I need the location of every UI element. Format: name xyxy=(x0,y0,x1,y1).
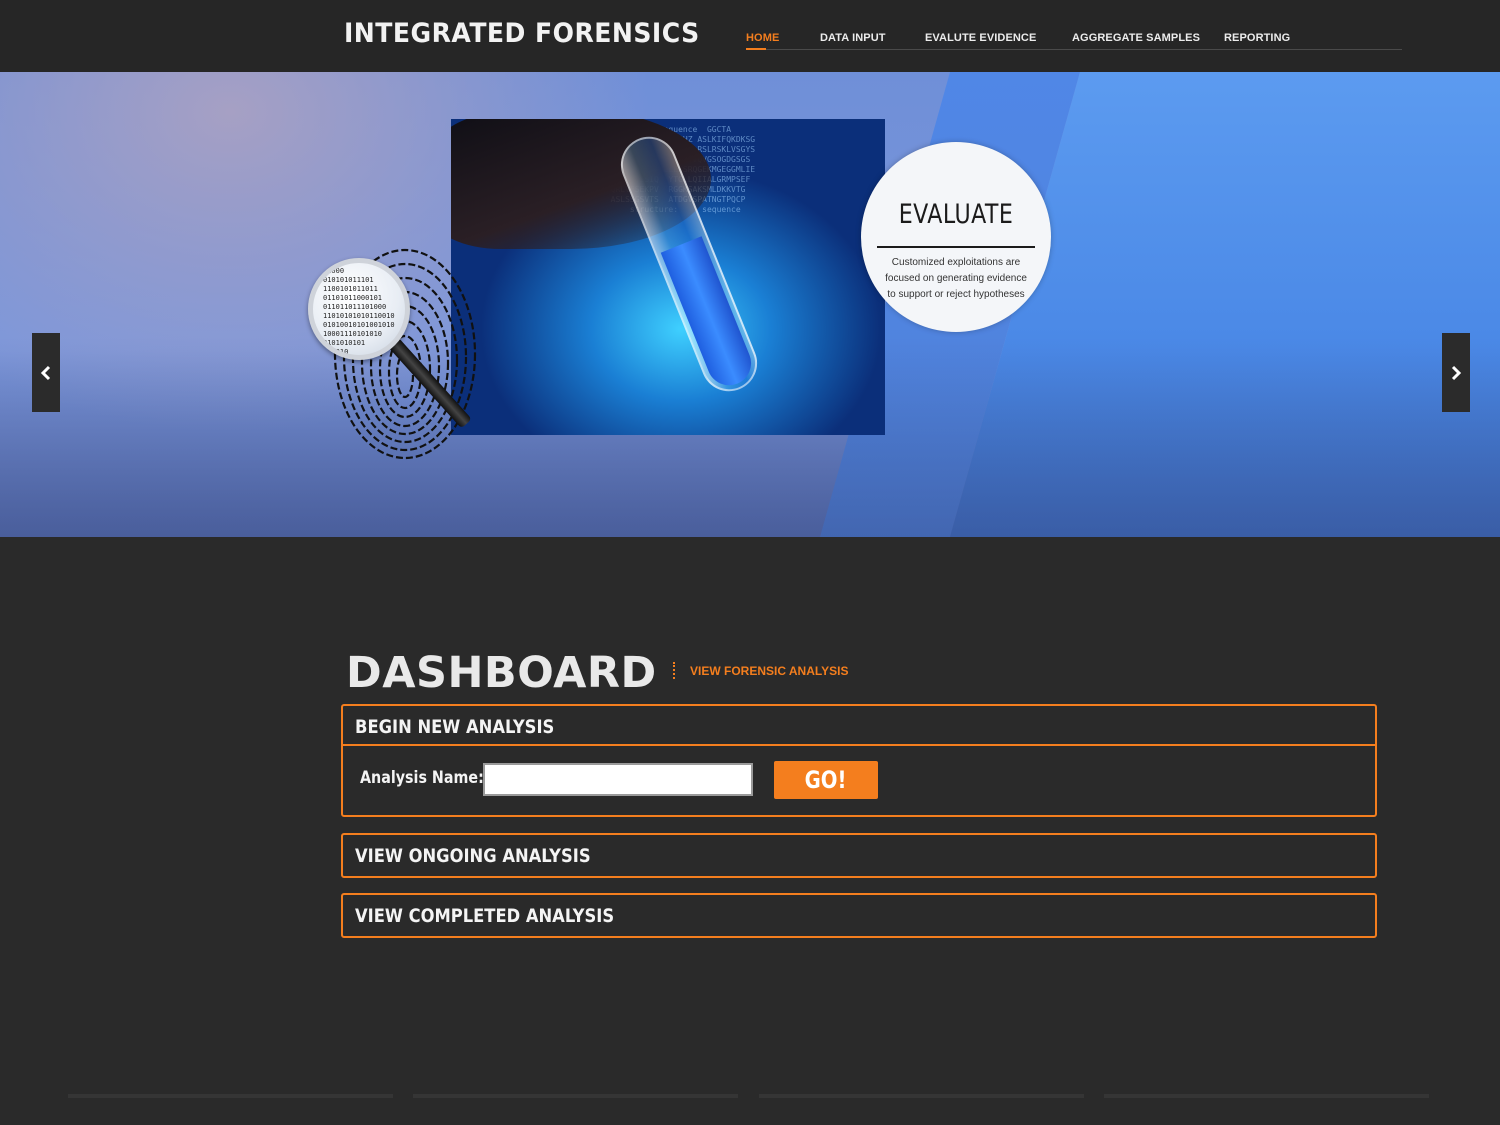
binary-digits: 11000 010101011101 1100101011011 0110101… xyxy=(323,267,395,356)
slider-next-button[interactable] xyxy=(1442,333,1470,412)
panel-divider xyxy=(343,744,1375,746)
nav-item-reporting[interactable]: REPORTING xyxy=(1224,32,1290,44)
view-forensic-analysis-link[interactable]: VIEW FORENSIC ANALYSIS xyxy=(690,664,848,678)
top-bar: INTEGRATED FORENSICS HOME DATA INPUT EVA… xyxy=(0,0,1500,72)
nav-item-aggregate-samples[interactable]: AGGREGATE SAMPLES xyxy=(1072,32,1200,44)
nav-active-indicator xyxy=(746,48,766,50)
main-nav: HOME DATA INPUT EVALUTE EVIDENCE AGGREGA… xyxy=(746,24,1402,50)
tube-liquid xyxy=(660,236,758,392)
site-logo[interactable]: INTEGRATED FORENSICS xyxy=(344,18,700,49)
slide-title-rule xyxy=(877,246,1035,248)
nav-item-data-input[interactable]: DATA INPUT xyxy=(820,32,886,44)
chevron-right-icon xyxy=(1451,366,1462,381)
dashboard-title: DASHBOARD xyxy=(346,648,657,698)
hero-slider: +Y DNA sequence GGCTA RXDGFSHSSIQZRCSHZ … xyxy=(0,72,1500,537)
begin-new-analysis-panel: BEGIN NEW ANALYSIS Analysis Name: GO! xyxy=(341,704,1377,817)
chevron-left-icon xyxy=(40,366,51,381)
nav-item-home[interactable]: HOME xyxy=(746,32,779,44)
go-button-label: GO! xyxy=(805,766,847,794)
footer-divider xyxy=(413,1094,738,1098)
slide-description: Customized exploitations are focused on … xyxy=(885,257,1027,300)
footer-divider xyxy=(68,1094,393,1098)
footer-divider xyxy=(1104,1094,1429,1098)
slide-caption-circle: EVALUATE Customized exploitations are fo… xyxy=(861,142,1051,332)
analysis-name-input[interactable] xyxy=(483,763,753,796)
test-tube-photo: +Y DNA sequence GGCTA RXDGFSHSSIQZRCSHZ … xyxy=(451,119,885,435)
slider-prev-button[interactable] xyxy=(32,333,60,412)
magnifier-icon: 11000 010101011101 1100101011011 0110101… xyxy=(308,258,410,360)
view-completed-analysis-title: VIEW COMPLETED ANALYSIS xyxy=(355,905,615,927)
analysis-name-label: Analysis Name: xyxy=(360,768,484,788)
title-separator xyxy=(673,662,675,679)
view-completed-analysis-panel[interactable]: VIEW COMPLETED ANALYSIS xyxy=(341,893,1377,938)
view-ongoing-analysis-title: VIEW ONGOING ANALYSIS xyxy=(355,845,591,867)
footer-divider xyxy=(759,1094,1084,1098)
begin-new-analysis-title: BEGIN NEW ANALYSIS xyxy=(355,716,555,738)
nav-item-evaluate-evidence[interactable]: EVALUTE EVIDENCE xyxy=(925,32,1036,44)
slide-title: EVALUATE xyxy=(898,199,1014,230)
view-ongoing-analysis-panel[interactable]: VIEW ONGOING ANALYSIS xyxy=(341,833,1377,878)
go-button[interactable]: GO! xyxy=(774,761,878,799)
